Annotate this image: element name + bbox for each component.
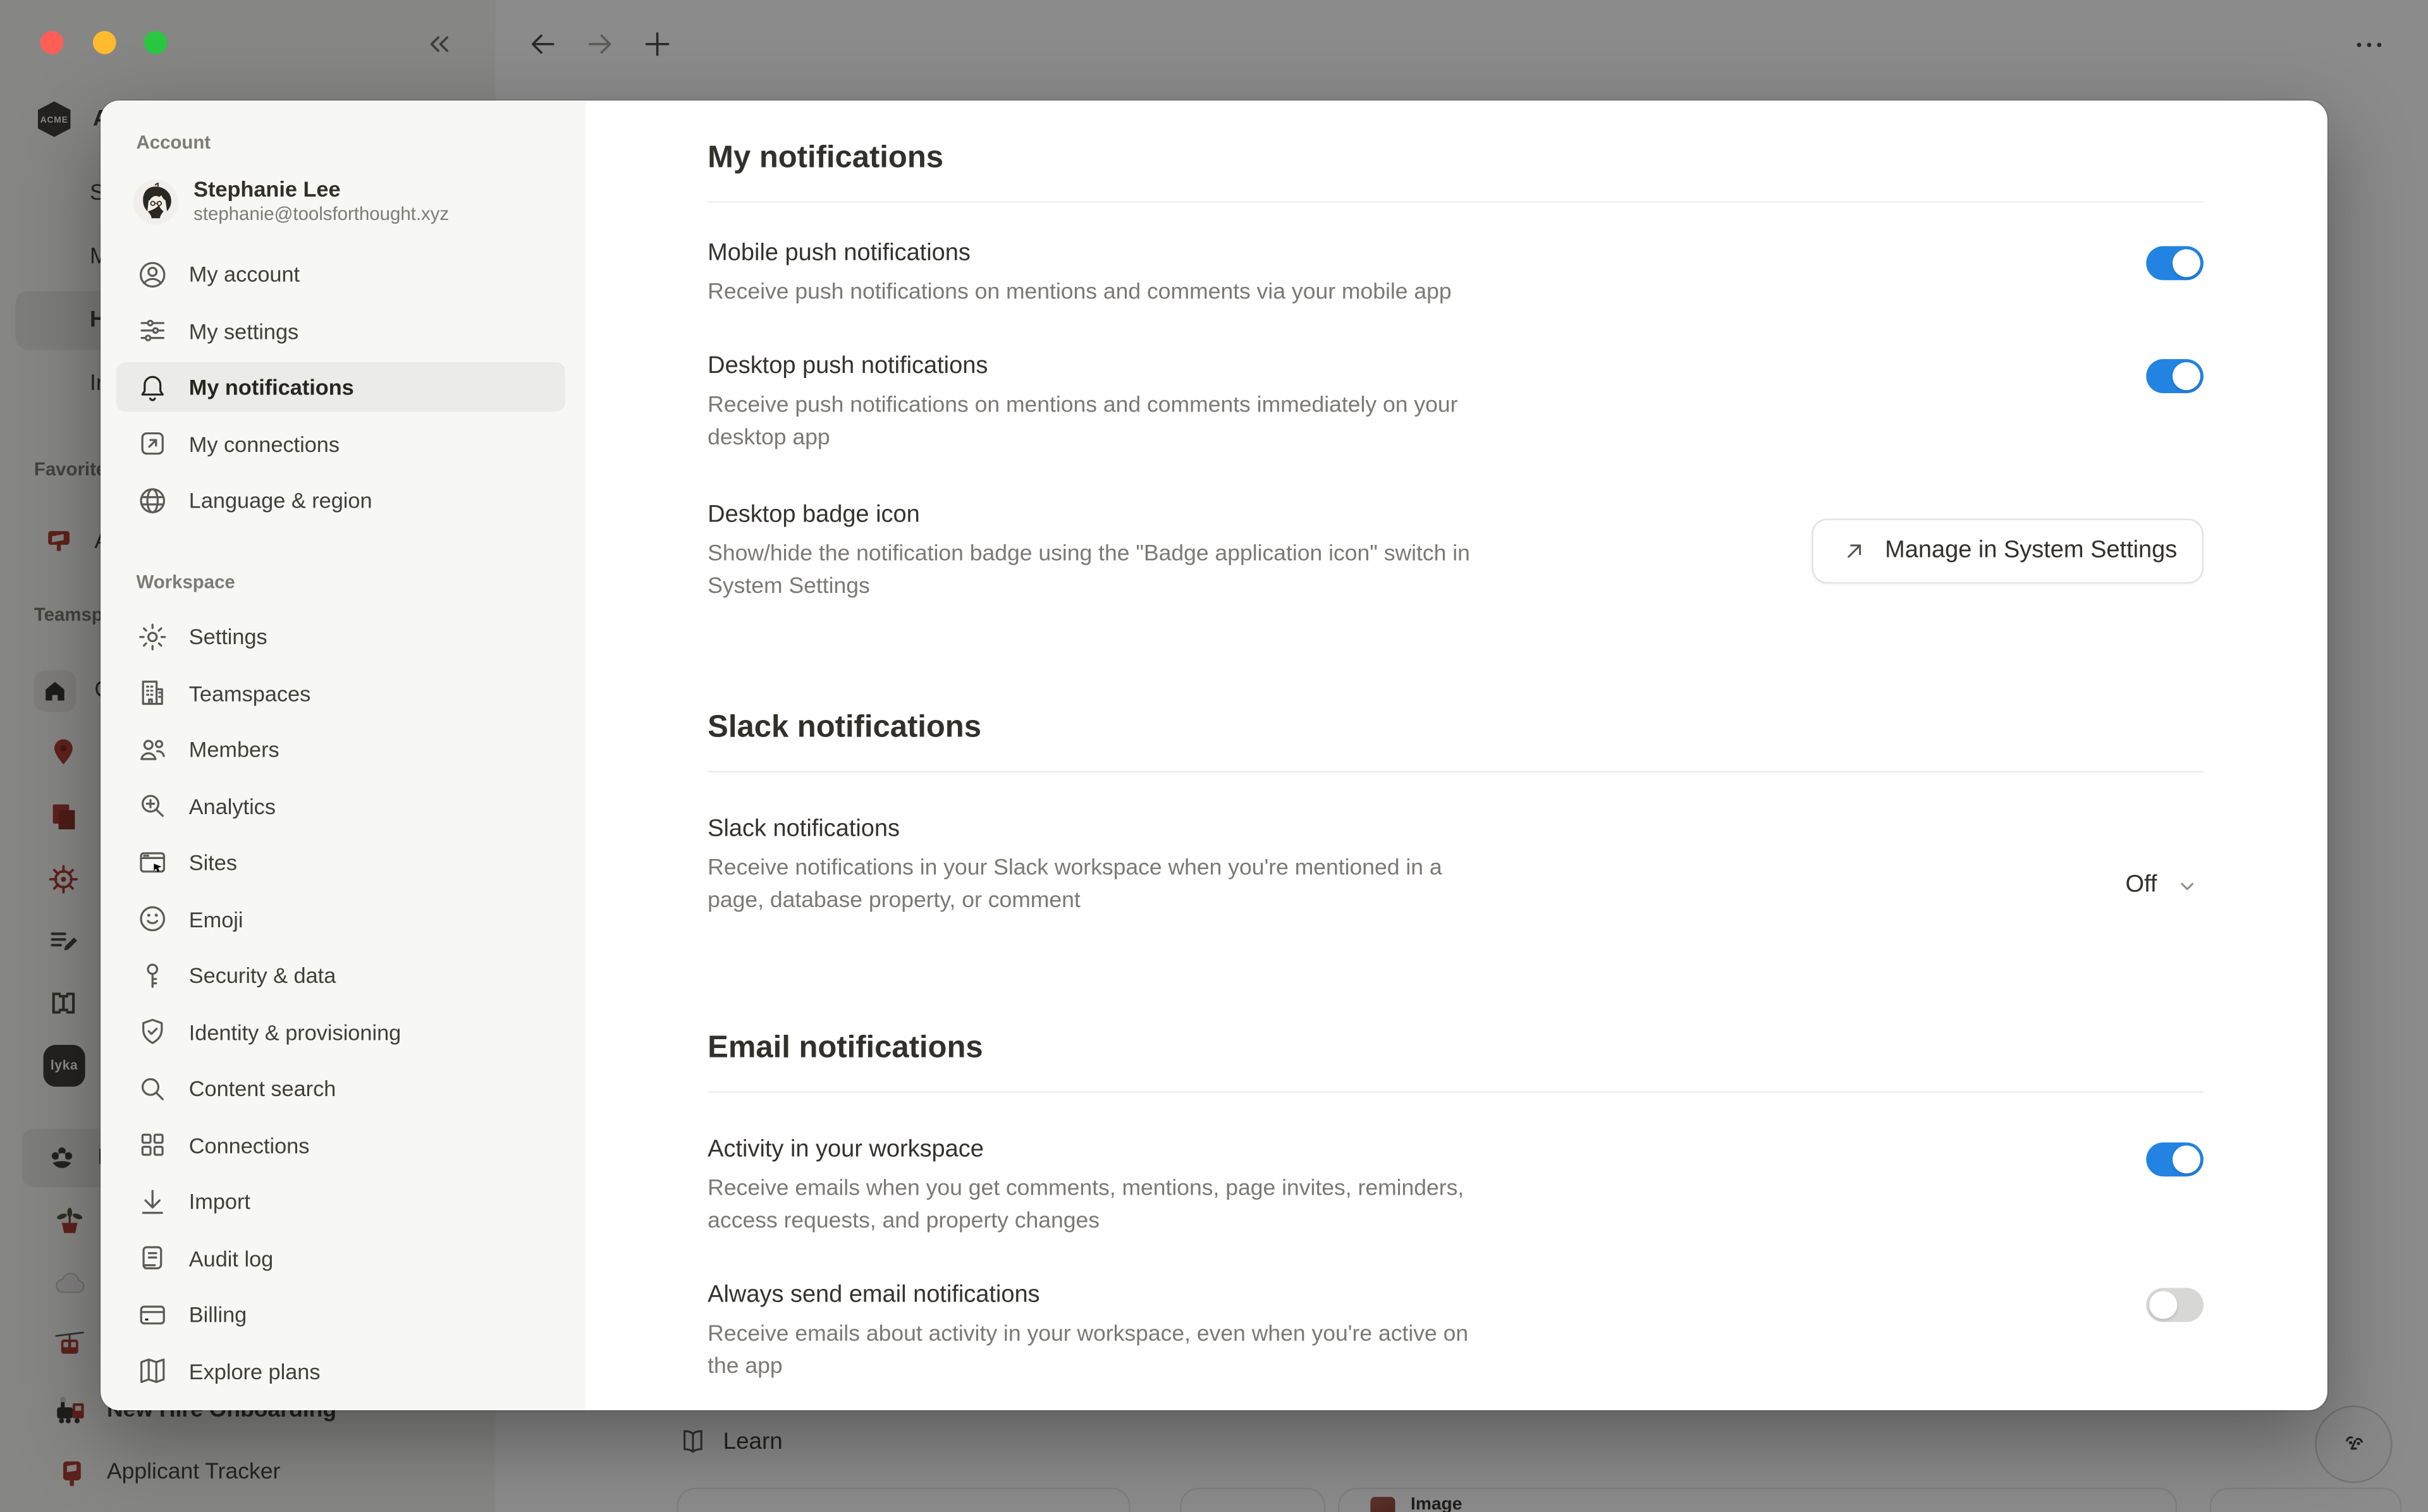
arrow-up-right-icon: [1839, 539, 1871, 563]
email-section-title: Email notifications: [708, 1027, 2204, 1070]
slack-section-title: Slack notifications: [708, 706, 2204, 750]
nav-members[interactable]: Members: [116, 724, 565, 774]
setting-row-always-send: Always send email notifications Receive …: [708, 1279, 2204, 1384]
setting-title: Desktop push notifications: [708, 350, 1457, 384]
toggle-knob: [2173, 362, 2200, 390]
nav-analytics[interactable]: Analytics: [116, 781, 565, 831]
nav-audit-log[interactable]: Audit log: [116, 1233, 565, 1283]
search-icon: [137, 1072, 169, 1104]
setting-title: Slack notifications: [708, 813, 1442, 847]
workspace-section-label: Workspace: [137, 571, 586, 593]
toggle-knob: [2173, 249, 2200, 277]
avatar: [133, 179, 178, 224]
nav-identity-provisioning[interactable]: Identity & provisioning: [116, 1007, 565, 1056]
setting-row-activity: Activity in your workspace Receive email…: [708, 1133, 2204, 1239]
close-window-button[interactable]: [40, 31, 64, 54]
nav-teamspaces[interactable]: Teamspaces: [116, 668, 565, 717]
members-icon: [137, 733, 169, 765]
settings-dialog: Account Stephanie Lee stephanie@toolsfor…: [101, 101, 2327, 1410]
setting-description: Receive push notifications on mentions a…: [708, 390, 1457, 455]
nav-my-notifications[interactable]: My notifications: [116, 362, 565, 412]
divider: [708, 201, 2204, 202]
page-title: My notifications: [708, 137, 2204, 180]
settings-nav-panel: Account Stephanie Lee stephanie@toolsfor…: [101, 101, 586, 1410]
setting-description: Receive notifications in your Slack work…: [708, 853, 1442, 918]
nav-content-search[interactable]: Content search: [116, 1063, 565, 1113]
nav-settings[interactable]: Settings: [116, 611, 565, 661]
chevron-down-icon: [2171, 874, 2203, 897]
billing-icon: [137, 1298, 169, 1330]
bell-icon: [137, 371, 169, 403]
toggle-knob: [2173, 1145, 2200, 1173]
nav-my-account[interactable]: My account: [116, 249, 565, 298]
divider: [708, 1092, 2204, 1093]
nav-sites[interactable]: Sites: [116, 838, 565, 887]
setting-title: Desktop badge icon: [708, 499, 1470, 533]
sliders-icon: [137, 314, 169, 346]
account-section-label: Account: [137, 131, 586, 153]
select-value: Off: [2125, 872, 2157, 899]
audit-log-icon: [137, 1241, 169, 1274]
notifications-settings-content: My notifications Mobile push notificatio…: [586, 101, 2327, 1410]
account-menu: My account My settings My notifications …: [101, 249, 586, 525]
nav-connections[interactable]: Connections: [116, 1120, 565, 1169]
nav-language-region[interactable]: Language & region: [116, 475, 565, 525]
nav-explore-plans[interactable]: Explore plans: [116, 1346, 565, 1395]
window-controls: [0, 0, 201, 87]
mobile-push-toggle[interactable]: [2146, 246, 2204, 280]
workspace-menu: Settings Teamspaces Members Analytics Si…: [101, 611, 586, 1395]
setting-row-slack: Slack notifications Receive notification…: [708, 813, 2204, 918]
smiley-icon: [137, 903, 169, 935]
setting-description: Receive emails when you get comments, me…: [708, 1173, 1464, 1238]
setting-description: Receive push notifications on mentions a…: [708, 277, 1451, 309]
workspace-activity-toggle[interactable]: [2146, 1142, 2204, 1176]
setting-description: Receive emails about activity in your wo…: [708, 1319, 1468, 1384]
nav-import[interactable]: Import: [116, 1176, 565, 1226]
setting-row-mobile-push: Mobile push notifications Receive push n…: [708, 237, 2204, 310]
setting-description: Show/hide the notification badge using t…: [708, 539, 1470, 604]
gear-icon: [137, 620, 169, 652]
user-email: stephanie@toolsforthought.xyz: [193, 203, 449, 226]
globe-icon: [137, 484, 169, 516]
setting-row-desktop-badge: Desktop badge icon Show/hide the notific…: [708, 499, 2204, 604]
minimize-window-button[interactable]: [92, 31, 116, 54]
always-send-email-toggle[interactable]: [2146, 1288, 2204, 1322]
nav-my-connections[interactable]: My connections: [116, 418, 565, 468]
toggle-knob: [2149, 1291, 2177, 1319]
arrow-up-right-box-icon: [137, 427, 169, 460]
desktop-push-toggle[interactable]: [2146, 359, 2204, 393]
key-icon: [137, 959, 169, 991]
nav-my-settings[interactable]: My settings: [116, 306, 565, 355]
analytics-icon: [137, 790, 169, 822]
setting-row-desktop-push: Desktop push notifications Receive push …: [708, 350, 2204, 455]
setting-title: Always send email notifications: [708, 1279, 1468, 1313]
user-circle-icon: [137, 258, 169, 290]
screen: ACME Acme Search Mail Home Inbox Favorit…: [0, 0, 2428, 1512]
zoom-window-button[interactable]: [144, 31, 168, 54]
divider: [708, 771, 2204, 772]
user-name: Stephanie Lee: [193, 176, 449, 203]
nav-billing[interactable]: Billing: [116, 1289, 565, 1339]
setting-title: Mobile push notifications: [708, 237, 1451, 271]
sites-icon: [137, 846, 169, 878]
nav-emoji[interactable]: Emoji: [116, 894, 565, 943]
setting-title: Activity in your workspace: [708, 1133, 1464, 1168]
grid-icon: [137, 1128, 169, 1161]
building-icon: [137, 676, 169, 709]
import-icon: [137, 1185, 169, 1217]
manage-system-settings-button[interactable]: Manage in System Settings: [1812, 518, 2204, 583]
account-user-row[interactable]: Stephanie Lee stephanie@toolsforthought.…: [133, 176, 586, 226]
shield-check-icon: [137, 1016, 169, 1048]
map-icon: [137, 1355, 169, 1387]
nav-security-data[interactable]: Security & data: [116, 951, 565, 1000]
slack-notifications-select[interactable]: Off: [2125, 872, 2203, 899]
